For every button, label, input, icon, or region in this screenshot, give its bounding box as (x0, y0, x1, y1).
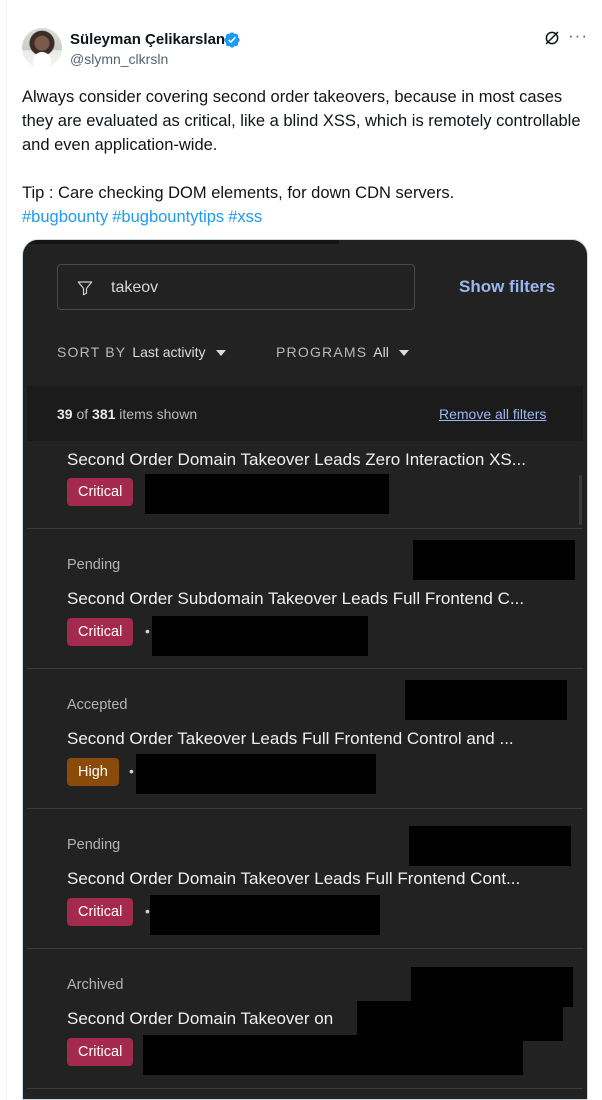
report-title[interactable]: Second Order Domain Takeover Leads Zero … (67, 450, 526, 470)
separator-dot: • (145, 623, 150, 639)
sort-dropdown[interactable]: SORT BY Last activity (57, 344, 226, 360)
severity-badge: Critical (67, 898, 134, 926)
report-item[interactable]: Accepted Second Order Takeover Leads Ful… (27, 669, 583, 809)
show-filters-button[interactable]: Show filters (459, 277, 555, 297)
tweet-text: Always consider covering second order ta… (22, 85, 582, 229)
severity-badge: High (67, 758, 119, 786)
count-of: of (76, 406, 89, 422)
report-item[interactable]: Archived Second Order Domain Takeover on… (27, 949, 583, 1089)
report-status: Accepted (67, 697, 128, 713)
redacted-block (405, 680, 567, 720)
report-item[interactable]: Second Order Domain Takeover Leads Zero … (27, 441, 583, 529)
timeline-border (6, 0, 7, 1100)
hashtags: #bugbounty #bugbountytips #xss (22, 205, 582, 229)
hashtag-link[interactable]: #xss (228, 208, 262, 226)
report-title[interactable]: Second Order Domain Takeover Leads Full … (67, 869, 520, 889)
results-count-bar: 39 of 381 items shown Remove all filters (27, 386, 583, 441)
redacted-block (136, 754, 376, 794)
grok-icon[interactable] (543, 29, 561, 47)
remove-all-filters-link[interactable]: Remove all filters (439, 406, 546, 422)
top-strip (23, 240, 339, 244)
filter-icon (77, 281, 93, 296)
severity-badge: Critical (67, 478, 134, 506)
report-item[interactable]: Pending Second Order Subdomain Takeover … (27, 529, 583, 669)
report-title[interactable]: Second Order Domain Takeover on (67, 1009, 333, 1029)
programs-value: All (373, 344, 389, 360)
tweet-tip: Tip : Care checking DOM elements, for do… (22, 184, 455, 202)
redacted-block (150, 895, 380, 935)
tweet: Süleyman Çelikarslan @slymn_clkrsln ··· … (0, 0, 602, 1100)
report-status: Pending (67, 837, 121, 853)
report-status: Pending (67, 557, 121, 573)
sort-label: SORT BY (57, 344, 127, 360)
more-options-icon[interactable]: ··· (568, 26, 588, 46)
hashtag-link[interactable]: #bugbountytips (112, 208, 224, 226)
report-item[interactable]: Pending Second Order Domain Takeover Lea… (27, 809, 583, 949)
report-title[interactable]: Second Order Takeover Leads Full Fronten… (67, 729, 514, 749)
programs-dropdown[interactable]: PROGRAMS All (276, 344, 409, 360)
search-value: takeov (111, 279, 159, 296)
search-input[interactable]: takeov (57, 264, 415, 310)
report-title[interactable]: Second Order Subdomain Takeover Leads Fu… (67, 589, 524, 609)
chevron-down-icon (398, 350, 409, 357)
count-total: 381 (92, 406, 116, 422)
redacted-block (143, 1035, 523, 1075)
severity-badge: Critical (67, 618, 134, 646)
redacted-block (409, 826, 571, 866)
sort-value: Last activity (132, 344, 206, 360)
hashtag-link[interactable]: #bugbounty (22, 208, 108, 226)
chevron-down-icon (215, 350, 226, 357)
verified-badge-icon (224, 32, 240, 48)
avatar[interactable] (22, 28, 62, 68)
count-suffix: items shown (119, 406, 198, 422)
redacted-block (413, 540, 575, 580)
severity-badge: Critical (67, 1038, 134, 1066)
count-shown: 39 (57, 406, 73, 422)
redacted-block (152, 616, 368, 656)
report-status: Archived (67, 977, 124, 993)
author-name[interactable]: Süleyman Çelikarslan (70, 31, 225, 48)
author-handle[interactable]: @slymn_clkrsln (70, 51, 168, 67)
separator-dot: • (129, 763, 134, 779)
tweet-body: Always consider covering second order ta… (22, 88, 581, 154)
programs-label: PROGRAMS (276, 344, 368, 360)
redacted-block (145, 474, 389, 514)
attached-screenshot[interactable]: takeov Show filters SORT BY Last activity… (22, 239, 588, 1100)
results-count: 39 of 381 items shown (57, 406, 197, 422)
